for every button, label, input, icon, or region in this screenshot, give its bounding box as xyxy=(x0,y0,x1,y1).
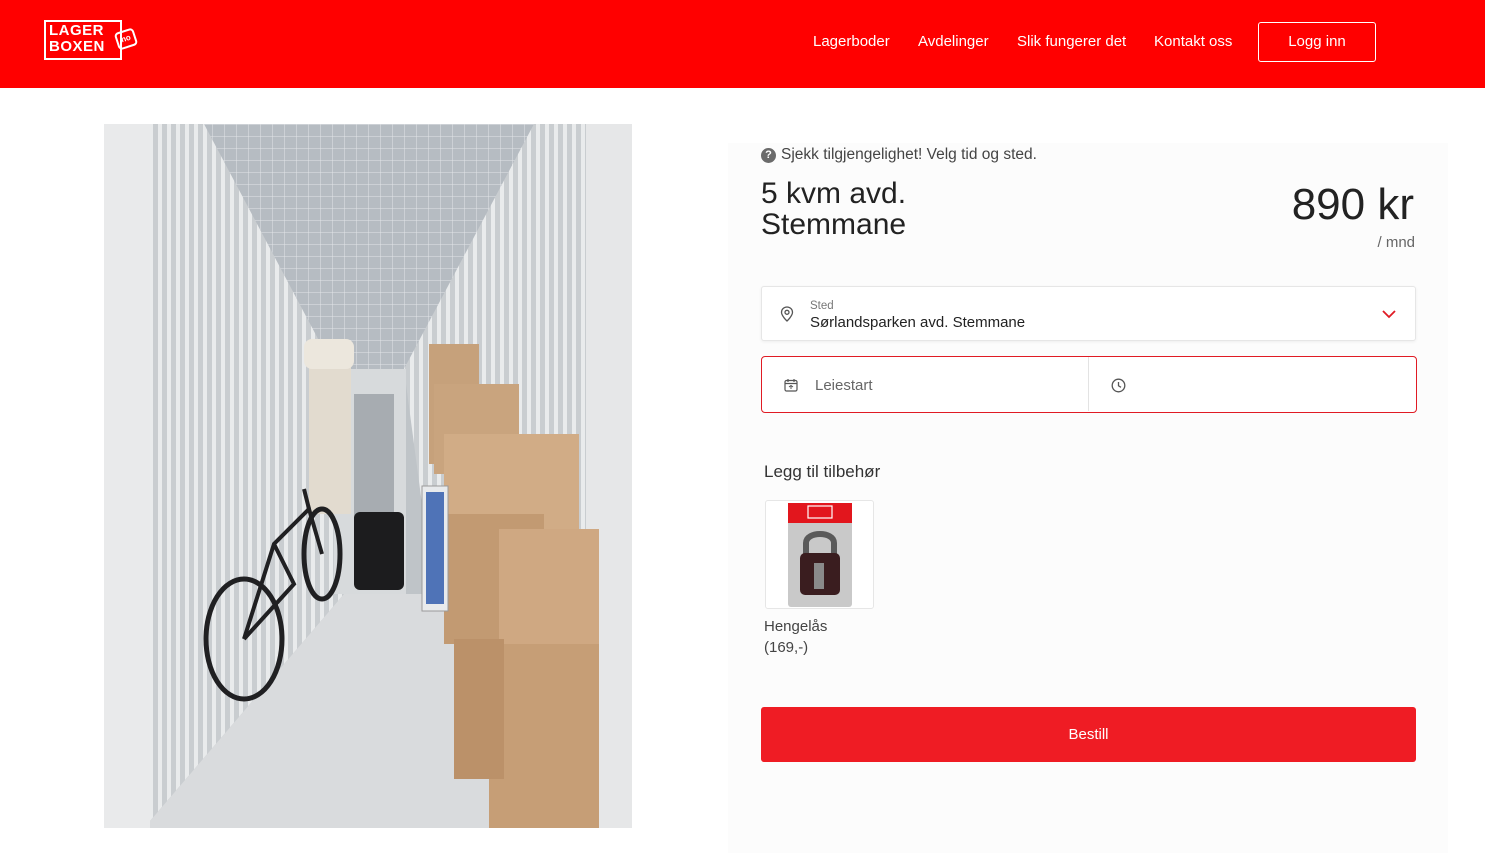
accessory-padlock-card[interactable] xyxy=(765,500,874,609)
calendar-icon xyxy=(784,379,798,392)
availability-note: ? Sjekk tilgjengelighet! Velg tid og ste… xyxy=(761,146,1037,164)
product-price: 890 kr xyxy=(1291,180,1414,229)
accessories-heading: Legg til tilbehør xyxy=(764,462,881,481)
accessory-price: (169,-) xyxy=(764,639,809,656)
start-time-field[interactable] xyxy=(1090,357,1415,411)
accessory-name: Hengelås xyxy=(764,618,828,635)
location-select[interactable]: Sted Sørlandsparken avd. Stemmane xyxy=(761,286,1416,341)
nav-lagerboder[interactable]: Lagerboder xyxy=(813,33,890,50)
nav-slik-fungerer-det[interactable]: Slik fungerer det xyxy=(1017,33,1126,50)
location-value: Sørlandsparken avd. Stemmane xyxy=(810,314,1026,331)
logo-text-line2: BOXEN xyxy=(49,38,105,55)
nav-avdelinger[interactable]: Avdelinger xyxy=(918,33,989,50)
start-date-field[interactable]: Leiestart xyxy=(762,357,1089,411)
order-button[interactable]: Bestill xyxy=(761,707,1416,762)
login-button[interactable]: Logg inn xyxy=(1258,22,1376,62)
lagerboxen-logo[interactable]: LAGER BOXEN no xyxy=(44,20,139,62)
product-title: 5 kvm avd. Stemmane xyxy=(761,178,1061,240)
product-title-line1: 5 kvm avd. xyxy=(761,177,907,210)
storage-unit-photo xyxy=(104,124,632,828)
rental-start-picker: Leiestart xyxy=(761,356,1417,413)
product-title-line2: Stemmane xyxy=(761,208,907,241)
site-header: LAGER BOXEN no Lagerboder Avdelinger Sli… xyxy=(0,0,1485,88)
padlock-image xyxy=(788,503,852,607)
logo-text-line1: LAGER xyxy=(49,22,104,39)
price-period: / mnd xyxy=(1377,234,1415,251)
chevron-down-icon xyxy=(1382,310,1396,319)
location-pin-icon xyxy=(780,306,794,322)
question-icon: ? xyxy=(761,147,776,163)
start-date-placeholder: Leiestart xyxy=(815,377,873,394)
availability-text: Sjekk tilgjengelighet! Velg tid og sted. xyxy=(781,146,1037,163)
clock-icon xyxy=(1111,378,1126,393)
nav-kontakt-oss[interactable]: Kontakt oss xyxy=(1154,33,1232,50)
location-label: Sted xyxy=(810,300,834,312)
